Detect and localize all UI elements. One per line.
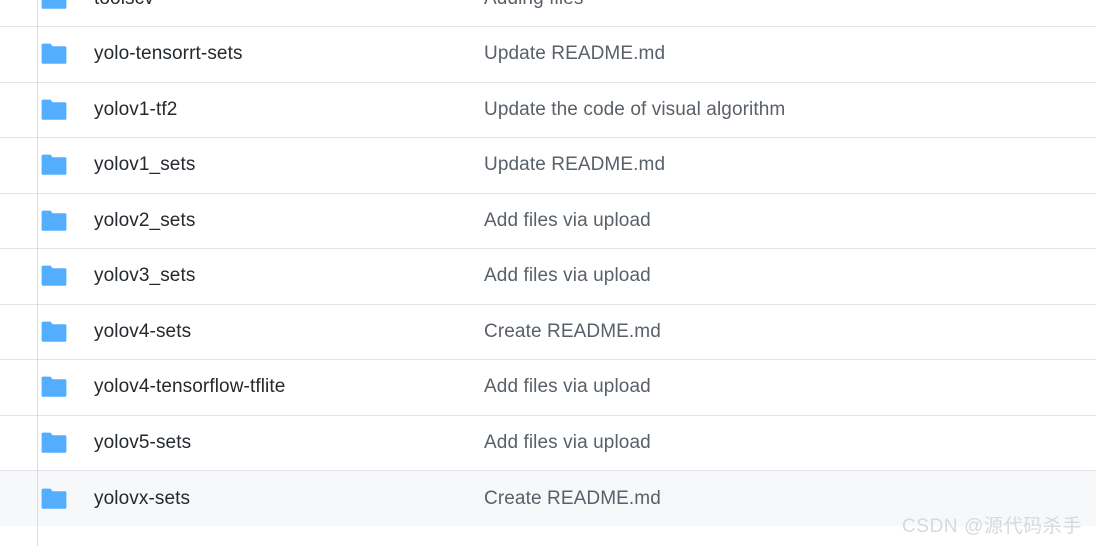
commit-message-cell[interactable]: Update README.md bbox=[454, 27, 1096, 83]
table-row[interactable]: yolov1-tf2 Update the code of visual algo… bbox=[0, 82, 1096, 138]
file-name-cell[interactable]: yolov1_sets bbox=[86, 138, 454, 194]
folder-icon bbox=[37, 470, 86, 526]
file-listing-body: toolscv Adding files yolo-tensorrt-sets Upd… bbox=[0, 0, 1096, 526]
folder-icon bbox=[37, 304, 86, 360]
file-name-link[interactable]: yolo-tensorrt-sets bbox=[94, 43, 243, 64]
commit-message-link[interactable]: Create README.md bbox=[484, 321, 661, 342]
commit-message-link[interactable]: Update README.md bbox=[484, 43, 665, 64]
table-row[interactable]: toolscv Adding files bbox=[0, 0, 1096, 27]
csdn-watermark: CSDN @源代码杀手 bbox=[901, 516, 1082, 537]
commit-message-cell[interactable]: Update the code of visual algorithm bbox=[454, 82, 1096, 138]
folder-icon bbox=[37, 415, 86, 471]
file-name-link[interactable]: yolovx-sets bbox=[94, 488, 190, 509]
commit-message-link[interactable]: Adding files bbox=[484, 0, 583, 9]
table-row[interactable]: yolov4-sets Create README.md bbox=[0, 304, 1096, 360]
commit-message-link[interactable]: Add files via upload bbox=[484, 432, 651, 453]
file-name-link[interactable]: yolov5-sets bbox=[94, 432, 191, 453]
file-name-link[interactable]: yolov4-tensorflow-tflite bbox=[94, 376, 285, 397]
folder-icon bbox=[37, 137, 86, 193]
file-name-link[interactable]: yolov2_sets bbox=[94, 210, 195, 231]
file-name-link[interactable]: yolov1_sets bbox=[94, 154, 195, 175]
row-rail-spacer bbox=[0, 82, 38, 138]
file-name-cell[interactable]: yolov1-tf2 bbox=[86, 82, 454, 138]
file-name-cell[interactable]: yolovx-sets bbox=[86, 471, 454, 527]
table-row[interactable]: yolov5-sets Add files via upload bbox=[0, 415, 1096, 471]
row-rail-spacer bbox=[0, 415, 38, 471]
table-row[interactable]: yolov4-tensorflow-tflite Add files via up… bbox=[0, 359, 1096, 416]
file-name-link[interactable]: toolscv bbox=[94, 0, 154, 9]
commit-message-link[interactable]: Add files via upload bbox=[484, 265, 651, 286]
folder-icon bbox=[37, 359, 86, 415]
row-rail-spacer bbox=[0, 471, 38, 527]
commit-message-link[interactable]: Add files via upload bbox=[484, 210, 651, 231]
commit-message-cell[interactable]: Update README.md bbox=[454, 138, 1096, 194]
table-row[interactable]: yolov2_sets Add files via upload bbox=[0, 193, 1096, 249]
folder-icon bbox=[37, 26, 86, 82]
commit-message-cell[interactable]: Adding files bbox=[454, 0, 1096, 27]
commit-message-cell[interactable]: Add files via upload bbox=[454, 249, 1096, 305]
file-listing-table: toolscv Adding files yolo-tensorrt-sets Upd… bbox=[0, 0, 1096, 526]
file-name-cell[interactable]: yolov4-sets bbox=[86, 304, 454, 360]
table-row[interactable]: yolo-tensorrt-sets Update README.md bbox=[0, 26, 1096, 83]
file-name-cell[interactable]: yolo-tensorrt-sets bbox=[86, 27, 454, 83]
row-rail-spacer bbox=[0, 249, 38, 305]
file-name-cell[interactable]: toolscv bbox=[86, 0, 454, 27]
commit-message-link[interactable]: Create README.md bbox=[484, 488, 661, 509]
folder-icon bbox=[37, 0, 86, 27]
commit-message-cell[interactable]: Add files via upload bbox=[454, 193, 1096, 249]
file-name-link[interactable]: yolov4-sets bbox=[94, 321, 191, 342]
file-name-link[interactable]: yolov3_sets bbox=[94, 265, 195, 286]
file-name-link[interactable]: yolov1-tf2 bbox=[94, 99, 177, 120]
commit-message-cell[interactable]: Create README.md bbox=[454, 304, 1096, 360]
file-name-cell[interactable]: yolov4-tensorflow-tflite bbox=[86, 360, 454, 416]
commit-message-cell[interactable]: Add files via upload bbox=[454, 360, 1096, 416]
row-rail-spacer bbox=[0, 304, 38, 360]
table-row[interactable]: yolov3_sets Add files via upload bbox=[0, 248, 1096, 305]
row-rail-spacer bbox=[0, 0, 38, 27]
folder-icon bbox=[37, 82, 86, 138]
file-name-cell[interactable]: yolov3_sets bbox=[86, 249, 454, 305]
commit-message-link[interactable]: Update the code of visual algorithm bbox=[484, 99, 785, 120]
commit-message-link[interactable]: Add files via upload bbox=[484, 376, 651, 397]
commit-message-link[interactable]: Update README.md bbox=[484, 154, 665, 175]
file-name-cell[interactable]: yolov5-sets bbox=[86, 415, 454, 471]
folder-icon bbox=[37, 193, 86, 249]
row-rail-spacer bbox=[0, 27, 38, 83]
row-rail-spacer bbox=[0, 193, 38, 249]
row-rail-spacer bbox=[0, 138, 38, 194]
row-rail-spacer bbox=[0, 360, 38, 416]
file-name-cell[interactable]: yolov2_sets bbox=[86, 193, 454, 249]
commit-message-cell[interactable]: Add files via upload bbox=[454, 415, 1096, 471]
table-row[interactable]: yolov1_sets Update README.md bbox=[0, 137, 1096, 194]
folder-icon bbox=[37, 248, 86, 304]
